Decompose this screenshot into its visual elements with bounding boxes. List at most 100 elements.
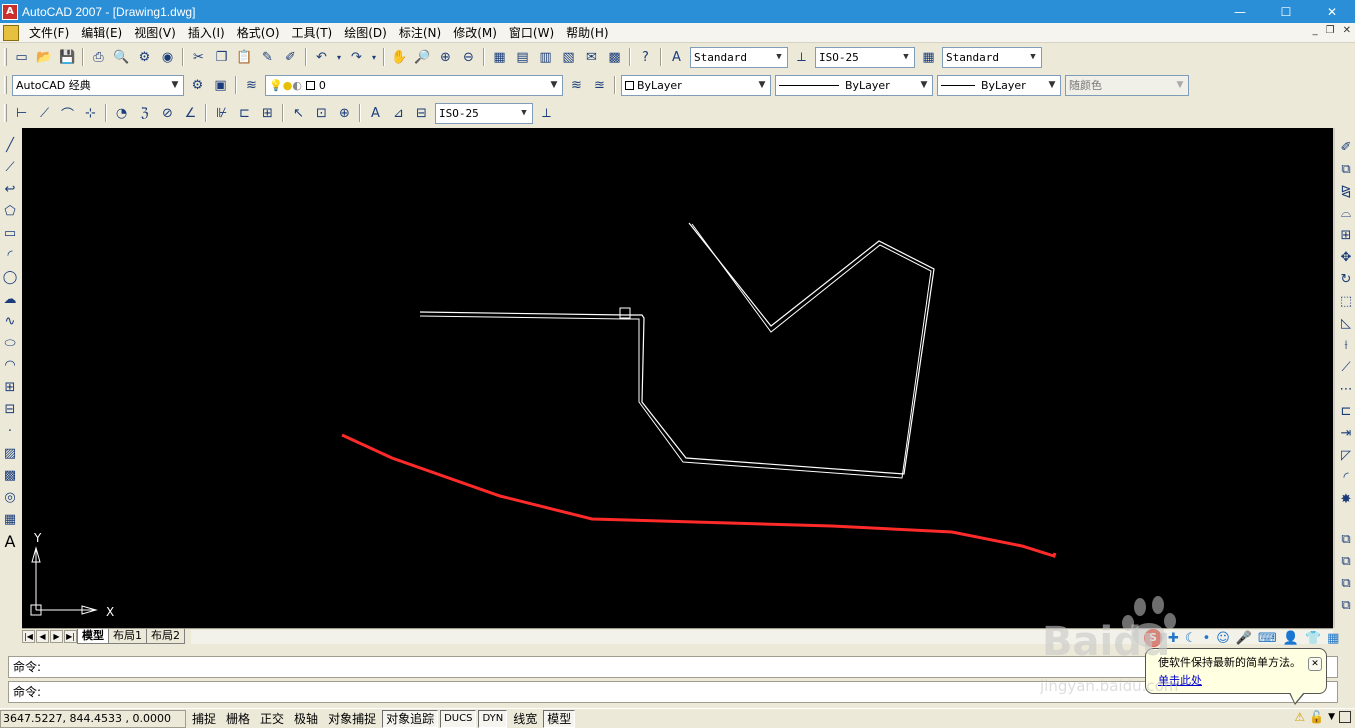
line-icon[interactable]: ╱ <box>1 134 19 156</box>
bring-to-front-icon[interactable]: ⧉ <box>1337 528 1355 550</box>
text-style-icon[interactable]: A <box>666 47 687 68</box>
toolbar-grip[interactable] <box>4 104 7 122</box>
circle-icon[interactable]: ◯ <box>1 266 19 288</box>
tool-palettes-icon[interactable]: ▥ <box>535 47 556 68</box>
workspace-settings-icon[interactable]: ⚙ <box>187 75 208 96</box>
match-properties-icon[interactable]: ✎ <box>257 47 278 68</box>
ime-grid-icon[interactable]: ▦ <box>1327 631 1339 646</box>
new-file-icon[interactable]: ▭ <box>11 47 32 68</box>
cut-icon[interactable]: ✂ <box>188 47 209 68</box>
scale-icon[interactable]: ⬚ <box>1337 290 1355 312</box>
3d-dwf-icon[interactable]: ◉ <box>157 47 178 68</box>
fillet-icon[interactable]: ◜ <box>1337 466 1355 488</box>
model-space-toggle[interactable]: 模型 <box>543 709 576 728</box>
ordinate-dimension-icon[interactable]: ⊹ <box>80 103 101 124</box>
print-icon[interactable]: ⎙ <box>88 47 109 68</box>
move-icon[interactable]: ✥ <box>1337 246 1355 268</box>
extend-icon[interactable]: ⟋ <box>1337 356 1355 378</box>
break-at-point-icon[interactable]: ⋯ <box>1337 378 1355 400</box>
workspace-dropdown[interactable]: AutoCAD 经典 ▼ <box>12 74 184 96</box>
ime-shirt-icon[interactable]: 👕 <box>1305 631 1321 646</box>
zoom-realtime-icon[interactable]: 🔎 <box>412 47 433 68</box>
send-under-icon[interactable]: ⧉ <box>1337 594 1355 616</box>
table-style-icon[interactable]: ▦ <box>918 47 939 68</box>
lineweight-dropdown[interactable]: ByLayer ▼ <box>937 74 1061 96</box>
close-button[interactable]: ✕ <box>1309 0 1355 23</box>
lineweight-toggle[interactable]: 线宽 <box>509 709 542 728</box>
ducs-toggle[interactable]: DUCS <box>440 709 477 728</box>
publish-icon[interactable]: ⚙ <box>134 47 155 68</box>
ime-keyboard-icon[interactable]: ⌨ <box>1258 631 1277 646</box>
ime-mic-icon[interactable]: 🎤 <box>1236 631 1252 646</box>
stretch-icon[interactable]: ◺ <box>1337 312 1355 334</box>
red-polyline[interactable] <box>341 433 1057 558</box>
continue-dimension-icon[interactable]: ⊞ <box>257 103 278 124</box>
dim-style-control-dropdown[interactable]: ISO-25 ▼ <box>435 102 533 124</box>
region-icon[interactable]: ◎ <box>1 486 19 508</box>
autocad-app-icon[interactable]: A <box>2 3 18 20</box>
revision-cloud-icon[interactable]: ☁ <box>1 288 19 310</box>
hatch-icon[interactable]: ▨ <box>1 442 19 464</box>
menu-format[interactable]: 格式(O) <box>231 23 286 43</box>
rotate-icon[interactable]: ↻ <box>1337 268 1355 290</box>
bring-above-icon[interactable]: ⧉ <box>1337 572 1355 594</box>
block-editor-icon[interactable]: ✐ <box>280 47 301 68</box>
table-style-dropdown[interactable]: Standard ▼ <box>942 46 1042 68</box>
construction-line-icon[interactable]: ⟋ <box>1 156 19 178</box>
table-icon[interactable]: ▦ <box>1 508 19 530</box>
dim-style-dropdown[interactable]: ISO-25 ▼ <box>815 46 915 68</box>
polyline-icon[interactable]: ↩ <box>1 178 19 200</box>
drawing-canvas[interactable]: Y X <box>22 128 1333 628</box>
mirror-icon[interactable]: ⧎ <box>1337 180 1355 202</box>
menu-insert[interactable]: 插入(I) <box>182 23 231 43</box>
document-icon[interactable] <box>3 24 19 41</box>
undo-dropdown-icon[interactable]: ▾ <box>334 47 344 68</box>
menu-help[interactable]: 帮助(H) <box>560 23 614 43</box>
redo-icon[interactable]: ↷ <box>346 47 367 68</box>
coordinate-readout[interactable]: 3647.5227, 844.4533 , 0.0000 <box>0 709 186 728</box>
warning-icon[interactable]: ⚠ <box>1294 710 1305 724</box>
tray-menu-chevron-icon[interactable]: ▼ <box>1328 712 1335 722</box>
center-mark-icon[interactable]: ⊕ <box>334 103 355 124</box>
menu-dimension[interactable]: 标注(N) <box>393 23 447 43</box>
menu-modify[interactable]: 修改(M) <box>447 23 503 43</box>
dim-style-icon[interactable]: ⟂ <box>791 47 812 68</box>
text-style-dropdown[interactable]: Standard ▼ <box>690 46 788 68</box>
trim-icon[interactable]: ⟊ <box>1337 334 1355 356</box>
erase-icon[interactable]: ✐ <box>1337 136 1355 158</box>
otrack-toggle[interactable]: 对象追踪 <box>382 709 439 728</box>
menu-view[interactable]: 视图(V) <box>128 23 182 43</box>
copy-object-icon[interactable]: ⧉ <box>1337 158 1355 180</box>
tab-layout1[interactable]: 布局1 <box>108 629 147 644</box>
sogou-ime-icon[interactable]: S <box>1144 629 1162 647</box>
help-icon[interactable]: ? <box>635 47 656 68</box>
ortho-toggle[interactable]: 正交 <box>256 709 289 728</box>
maximize-button[interactable]: ☐ <box>1263 0 1309 23</box>
doc-restore-button[interactable]: ❐ <box>1326 25 1335 36</box>
snap-toggle[interactable]: 捕捉 <box>188 709 221 728</box>
vertical-scrollbar[interactable] <box>1333 128 1335 628</box>
ime-dot-icon[interactable]: • <box>1203 631 1211 646</box>
design-center-icon[interactable]: ▤ <box>512 47 533 68</box>
command-input-line[interactable]: 命令: <box>8 681 1338 703</box>
last-tab-icon[interactable]: ▶| <box>64 630 77 643</box>
minimize-button[interactable]: — <box>1217 0 1263 23</box>
spline-icon[interactable]: ∿ <box>1 310 19 332</box>
ime-plus-icon[interactable]: ✚ <box>1168 631 1179 646</box>
angular-dimension-icon[interactable]: ∠ <box>180 103 201 124</box>
ime-smile-icon[interactable]: ☺ <box>1216 631 1230 646</box>
ime-moon-icon[interactable]: ☾ <box>1185 631 1197 646</box>
doc-minimize-button[interactable]: _ <box>1313 25 1318 36</box>
properties-icon[interactable]: ▦ <box>489 47 510 68</box>
calculator-icon[interactable]: ▩ <box>604 47 625 68</box>
dimension-update-icon[interactable]: ⊟ <box>411 103 432 124</box>
next-tab-icon[interactable]: ▶ <box>50 630 63 643</box>
markup-set-icon[interactable]: ✉ <box>581 47 602 68</box>
make-current-layer-icon[interactable]: ≋ <box>566 75 587 96</box>
dimension-style-icon[interactable]: ⟂ <box>536 103 557 124</box>
selection-pickbox[interactable] <box>619 307 631 319</box>
gradient-icon[interactable]: ▩ <box>1 464 19 486</box>
undo-icon[interactable]: ↶ <box>311 47 332 68</box>
white-polyline-inner[interactable] <box>419 223 932 479</box>
menu-edit[interactable]: 编辑(E) <box>75 23 128 43</box>
